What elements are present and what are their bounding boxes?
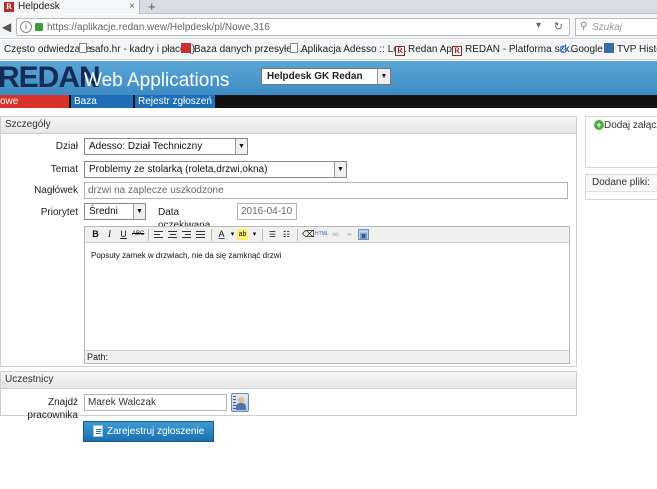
tab-title: Helpdesk: [18, 1, 60, 12]
temat-label: Temat: [50, 164, 78, 175]
redan-icon: R: [395, 46, 405, 56]
menu-ticket-register[interactable]: Rejestr zgłoszeń: [135, 95, 215, 108]
red-icon: [181, 43, 191, 53]
document-icon: [93, 425, 103, 437]
priorytet-select[interactable]: Średni ▼: [84, 203, 146, 220]
register-ticket-button[interactable]: Zarejestruj zgłoszenie: [83, 421, 214, 442]
logo-web-applications: Web Applications: [84, 70, 230, 91]
employee-picker-icon[interactable]: [231, 393, 249, 412]
dzial-select[interactable]: Adesso: Dział Techniczny ▼: [84, 138, 248, 155]
google-icon: G: [559, 44, 568, 56]
align-left-icon[interactable]: [153, 229, 164, 240]
info-icon[interactable]: i: [20, 21, 32, 33]
menu-new-ticket[interactable]: owe zgłoszenie: [0, 95, 69, 120]
chevron-down-icon[interactable]: ▼: [133, 204, 145, 219]
priorytet-label: Priorytet: [40, 207, 78, 218]
browser-search-input[interactable]: ⚲ Szukaj: [575, 18, 657, 36]
added-files-panel: Dodane pliki:: [585, 174, 657, 200]
highlight-color-icon[interactable]: ab: [237, 229, 248, 240]
bookmarks-bar: Często odwiedzane safo.hr - kadry i płac…: [0, 40, 657, 60]
details-header: Szczegóły: [1, 117, 576, 134]
search-placeholder: Szukaj: [592, 22, 623, 33]
numbered-list-icon[interactable]: ☷: [281, 229, 292, 240]
editor-toolbar: B I U ABC A ▾ ab ▾ ☰ ☷ ⌫ HTML ∞ ⌁ ▣: [85, 227, 569, 243]
description-editor[interactable]: B I U ABC A ▾ ab ▾ ☰ ☷ ⌫ HTML ∞ ⌁ ▣ Pops…: [84, 226, 570, 364]
chevron-down-icon[interactable]: ▼: [377, 69, 390, 84]
new-tab-button[interactable]: +: [148, 0, 156, 14]
attachments-panel: + Dodaj załączn: [585, 116, 657, 168]
chevron-down-icon[interactable]: ▾: [536, 20, 541, 31]
find-employee-label: Znajdź pracownika: [27, 397, 78, 421]
redan-favicon-icon: R: [4, 2, 14, 12]
bullet-list-icon[interactable]: ☰: [267, 229, 278, 240]
lock-icon: [35, 23, 43, 31]
bookmark-item[interactable]: TVP Histor: [604, 43, 657, 57]
redan-icon: R: [452, 46, 462, 56]
editor-path: Path:: [85, 350, 569, 363]
link-icon[interactable]: ∞: [330, 229, 341, 240]
browser-tab[interactable]: R Helpdesk ×: [0, 0, 140, 14]
align-center-icon[interactable]: [167, 229, 178, 240]
browser-nav-bar: ◀ i https://aplikacje.redan.wew/Helpdesk…: [0, 15, 657, 39]
image-icon[interactable]: ▣: [358, 229, 369, 240]
align-justify-icon[interactable]: [195, 229, 206, 240]
strikethrough-button[interactable]: ABC: [132, 229, 144, 240]
chevron-down-icon[interactable]: ▼: [334, 162, 346, 177]
chevron-down-icon[interactable]: ▼: [235, 139, 247, 154]
find-employee-input[interactable]: Marek Walczak: [84, 394, 227, 411]
doc-icon: [290, 43, 298, 53]
url-bar[interactable]: i https://aplikacje.redan.wew/Helpdesk/p…: [16, 18, 570, 36]
underline-button[interactable]: U: [118, 229, 129, 240]
participants-header: Uczestnicy: [1, 372, 576, 389]
url-text: https://aplikacje.redan.wew/Helpdesk/pl/…: [47, 22, 270, 33]
app-select[interactable]: Helpdesk GK Redan ▼: [261, 68, 391, 85]
editor-content[interactable]: Popsuty zamek w drzwiach, nie da się zam…: [85, 243, 569, 350]
back-arrow-icon[interactable]: ◀: [2, 18, 16, 36]
unlink-icon[interactable]: ⌁: [344, 229, 355, 240]
bookmark-item[interactable]: Aplikacja Adesso :: Lo...: [290, 43, 407, 57]
italic-button[interactable]: I: [104, 229, 115, 240]
add-icon: +: [594, 120, 604, 130]
font-color-icon[interactable]: A: [216, 229, 227, 240]
eraser-icon[interactable]: ⌫: [302, 229, 315, 240]
bookmark-item[interactable]: R Redan App: [395, 43, 458, 57]
bookmark-item[interactable]: G Google: [559, 43, 603, 57]
bookmark-item[interactable]: safo.hr - kadry i płace (): [79, 43, 195, 57]
tvp-icon: [604, 43, 614, 53]
bookmark-item[interactable]: Baza danych przesyłek ...: [181, 43, 308, 57]
menu-knowledge-base[interactable]: Baza wiedzy: [71, 95, 133, 120]
naglowek-label: Nagłówek: [34, 185, 78, 196]
dzial-label: Dział: [55, 141, 78, 152]
doc-icon: [79, 43, 87, 53]
search-icon: ⚲: [580, 21, 588, 32]
chevron-down-icon[interactable]: ▾: [249, 229, 260, 240]
added-files-header: Dodane pliki:: [586, 175, 657, 192]
bold-button[interactable]: B: [90, 229, 101, 240]
temat-select[interactable]: Problemy ze stolarką (roleta,drzwi,okna)…: [84, 161, 347, 178]
align-right-icon[interactable]: [181, 229, 192, 240]
html-icon[interactable]: HTML: [315, 229, 329, 240]
close-icon[interactable]: ×: [129, 0, 135, 13]
reload-icon[interactable]: ↻: [554, 20, 563, 33]
data-oczekiwana-input[interactable]: 2016-04-10: [237, 203, 297, 220]
naglowek-input[interactable]: drzwi na zaplecze uszkodzone: [84, 182, 568, 199]
